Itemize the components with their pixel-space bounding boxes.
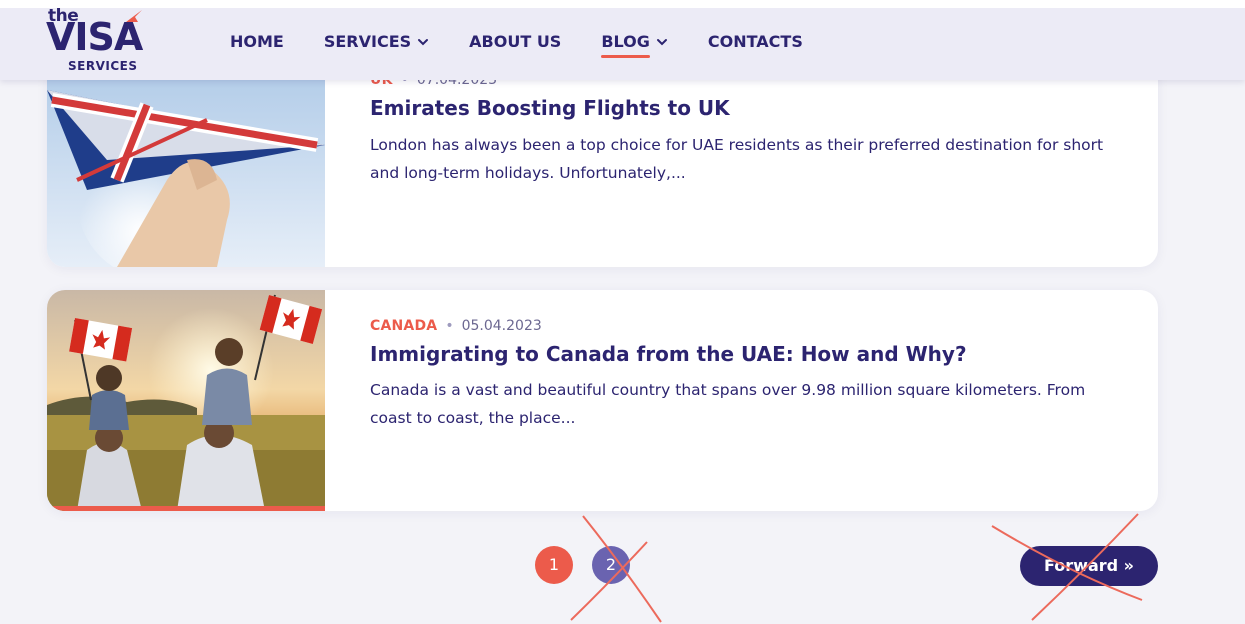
post-title[interactable]: Immigrating to Canada from the UAE: How …	[370, 342, 967, 366]
post-excerpt: Canada is a vast and beautiful country t…	[370, 381, 1086, 427]
nav-about-label: ABOUT US	[469, 32, 562, 51]
meta-separator: •	[445, 318, 454, 334]
pagination-page-2[interactable]: 2	[592, 546, 630, 584]
blog-post-card[interactable]: CANADA • 05.04.2023 Immigrating to Canada …	[47, 290, 1158, 511]
nav-blog[interactable]: BLOG	[601, 30, 668, 58]
post-title[interactable]: Emirates Boosting Flights to UK	[370, 96, 730, 120]
site-logo[interactable]: the VISA SERVICES	[46, 6, 171, 80]
family-canada-flags-image	[47, 290, 325, 511]
chevron-down-icon	[418, 39, 429, 46]
post-date: 05.04.2023	[461, 318, 542, 334]
nav-services[interactable]: SERVICES	[324, 30, 429, 54]
post-meta: CANADA • 05.04.2023	[370, 318, 542, 334]
logo-visa-text: VISA	[46, 15, 143, 59]
nav-home-label: HOME	[230, 32, 284, 51]
chevron-down-icon	[656, 39, 667, 46]
forward-button[interactable]: Forward »	[1020, 546, 1158, 586]
nav-about-us[interactable]: ABOUT US	[469, 30, 561, 54]
nav-home[interactable]: HOME	[230, 30, 284, 54]
post-image-canada[interactable]	[47, 290, 325, 511]
post-excerpt: London has always been a top choice for …	[370, 136, 1104, 182]
site-header: the VISA SERVICES HOME SERVICES ABOUT US…	[0, 0, 1245, 80]
nav-contacts-label: CONTACTS	[707, 32, 803, 51]
post-category[interactable]: CANADA	[370, 318, 437, 334]
nav-contacts[interactable]: CONTACTS	[708, 30, 803, 54]
logo-services-text: SERVICES	[68, 59, 138, 73]
pagination-page-1[interactable]: 1	[535, 546, 573, 584]
nav-blog-label: BLOG	[601, 32, 650, 51]
main-nav: HOME SERVICES ABOUT US BLOG CONTACTS	[230, 30, 843, 58]
nav-services-label: SERVICES	[323, 32, 412, 51]
